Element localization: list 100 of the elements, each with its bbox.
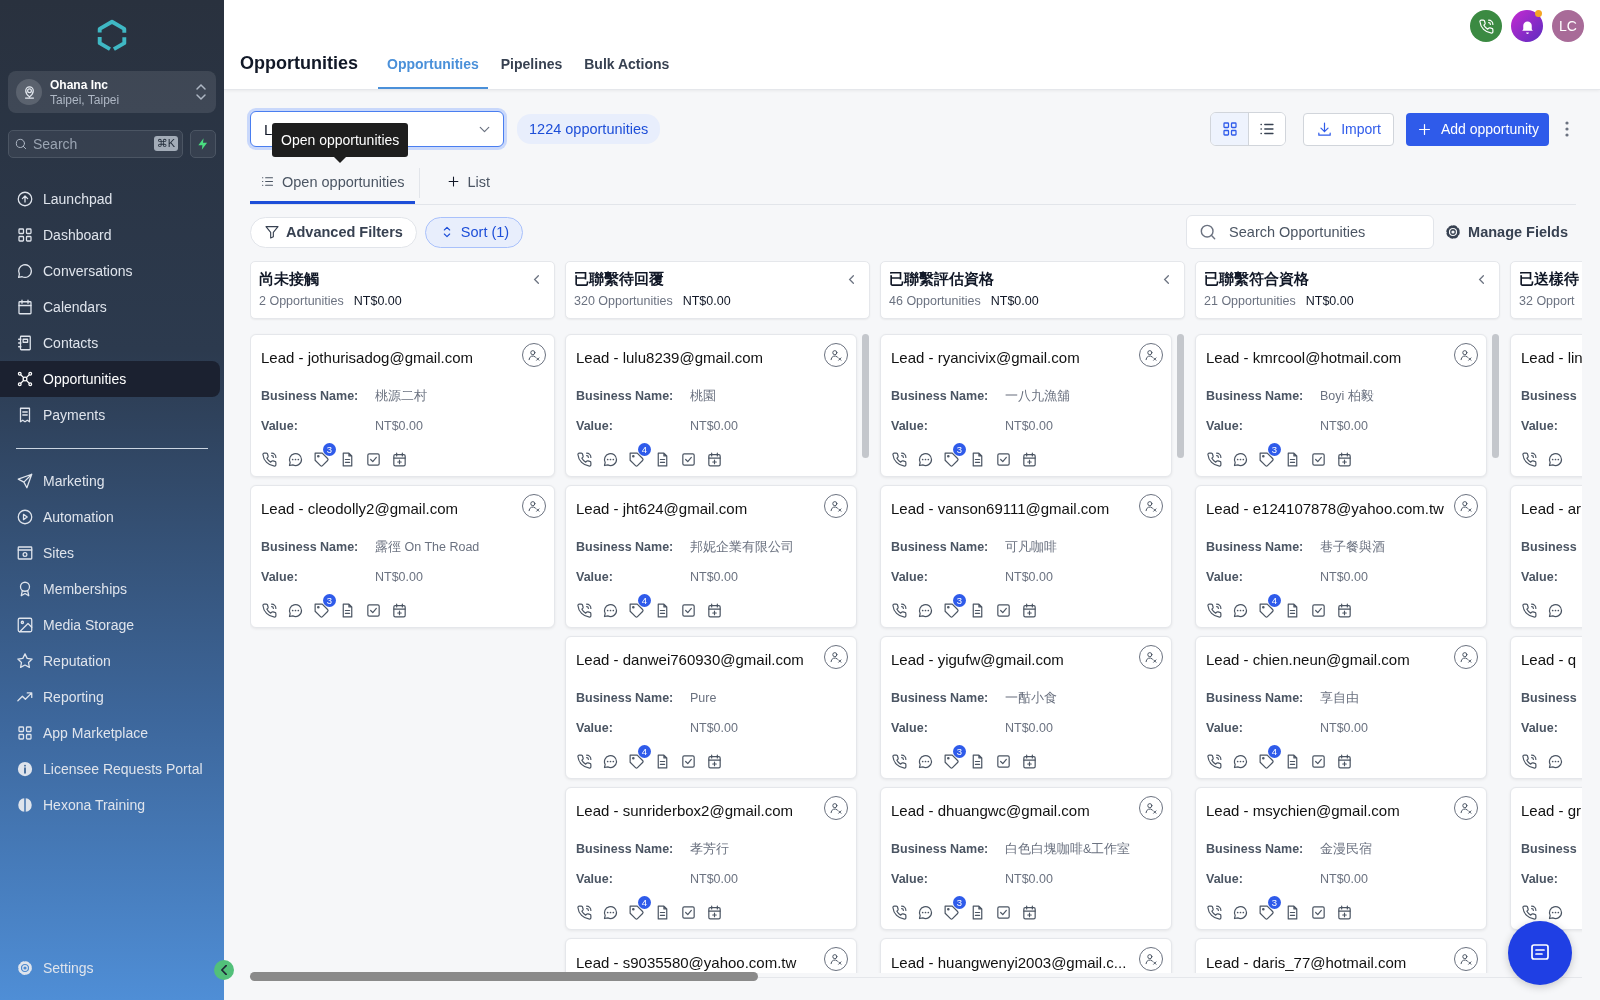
- stage-count: 2 Opportunities: [259, 294, 344, 308]
- account-name: Ohana Inc: [50, 77, 109, 92]
- field-label: Business: [1521, 691, 1578, 706]
- field-label: Business Name:: [576, 842, 675, 857]
- stage-title: 尚未接觸: [259, 270, 319, 289]
- field-label: Business Name:: [576, 389, 675, 404]
- field-value: 白色白塊咖啡&工作室: [1005, 840, 1131, 858]
- count-badge: 3: [323, 593, 336, 607]
- card-title: Lead - ryancivix@gmail.com: [891, 349, 1081, 367]
- field-label: Business Name:: [1206, 389, 1305, 404]
- stage-total: NT$0.00: [1305, 294, 1354, 308]
- card-title: Lead - sunriderbox2@gmail.com: [576, 802, 794, 820]
- field-value: NT$0.00: [690, 720, 738, 735]
- card-title: Lead - msychien@gmail.com: [1206, 802, 1401, 820]
- card-title: Lead - s9035580@yahoo.com.tw: [576, 953, 798, 971]
- field-label: Value:: [576, 569, 614, 584]
- field-value: Boyi 柏毅: [1320, 387, 1374, 405]
- stage-title: 已聯繫待回覆: [574, 270, 664, 289]
- card-title: Lead - cleodolly2@gmail.com: [261, 500, 459, 518]
- field-label: Value:: [1521, 569, 1559, 584]
- field-label: Business Name:: [1206, 842, 1305, 857]
- stage-count: 320 Opportunities: [574, 294, 673, 308]
- field-label: Value:: [261, 418, 299, 433]
- field-label: Business: [1521, 540, 1578, 555]
- count-badge: 3: [953, 442, 966, 456]
- field-label: Business Name:: [1206, 691, 1305, 706]
- card-title: Lead - yigufw@gmail.com: [891, 651, 1065, 669]
- field-value: NT$0.00: [1005, 569, 1053, 584]
- field-label: Value:: [891, 871, 929, 886]
- count-badge: 3: [953, 895, 966, 909]
- count-badge: 3: [1268, 442, 1281, 456]
- count-badge: 4: [638, 442, 651, 456]
- count-badge: 3: [953, 593, 966, 607]
- field-label: Business Name:: [261, 389, 360, 404]
- field-value: 一酤小食: [1005, 689, 1057, 707]
- field-value: NT$0.00: [690, 871, 738, 886]
- count-badge: 3: [323, 442, 336, 456]
- count-badge: 4: [638, 744, 651, 758]
- card-title: Lead - daris_77@hotmail.com: [1206, 953, 1408, 971]
- field-value: Pure: [690, 691, 717, 706]
- stage-count: 21 Opportunities: [1204, 294, 1296, 308]
- card-title: Lead - vanson69111@gmail.com: [891, 500, 1111, 518]
- field-label: Value:: [576, 871, 614, 886]
- card-title: Lead - jothurisadog@gmail.com: [261, 349, 474, 367]
- field-label: Value:: [891, 418, 929, 433]
- count-badge: 4: [638, 895, 651, 909]
- count-badge: 3: [953, 744, 966, 758]
- stage-total: NT$0.00: [682, 294, 731, 308]
- card-title: Lead - huangwenyi2003@gmail.c...: [891, 953, 1128, 971]
- field-value: NT$0.00: [1005, 720, 1053, 735]
- card-title: Lead - lulu8239@gmail.com: [576, 349, 764, 367]
- stage-count: 46 Opportunities: [889, 294, 981, 308]
- field-value: 邦妮企業有限公司: [690, 538, 794, 556]
- field-value: NT$0.00: [690, 569, 738, 584]
- field-label: Value:: [891, 720, 929, 735]
- count-pill: 1224 opportunities: [517, 114, 661, 144]
- field-value: 孝芳行: [690, 840, 729, 858]
- field-value: NT$0.00: [1005, 418, 1053, 433]
- card-title: Lead - gr: [1521, 802, 1582, 820]
- page-title: Opportunities: [240, 53, 358, 75]
- count-badge: 3: [1268, 895, 1281, 909]
- field-label: Business Name:: [891, 691, 990, 706]
- stage-title: 已送樣待: [1519, 270, 1579, 289]
- field-value: NT$0.00: [1320, 569, 1368, 584]
- stage-count: 32 Opport: [1519, 294, 1575, 308]
- field-value: NT$0.00: [375, 569, 423, 584]
- field-value: 可凡咖啡: [1005, 538, 1057, 556]
- field-label: Business Name:: [891, 540, 990, 555]
- field-label: Value:: [1521, 418, 1559, 433]
- field-label: Business Name:: [1206, 540, 1305, 555]
- field-label: Business Name:: [576, 540, 675, 555]
- account-location: Taipei, Taipei: [50, 92, 121, 107]
- stage-title: 已聯繫評估資格: [889, 270, 994, 289]
- field-value: 巷子餐與酒: [1320, 538, 1385, 556]
- field-label: Value:: [1206, 720, 1244, 735]
- card-title: Lead - e124107878@yahoo.com.tw: [1206, 500, 1445, 518]
- field-label: Value:: [1206, 418, 1244, 433]
- field-label: Business Name:: [576, 691, 675, 706]
- field-label: Value:: [1206, 871, 1244, 886]
- card-title: Lead - jht624@gmail.com: [576, 500, 749, 518]
- card-title: Lead - chien.neun@gmail.com: [1206, 651, 1411, 669]
- field-label: Business Name:: [261, 540, 360, 555]
- shortcut-key: ⌘K: [153, 136, 178, 151]
- tooltip: Open opportunities: [272, 123, 409, 163]
- field-value: 露徑 On The Road: [375, 538, 480, 556]
- card-title: Lead - ar: [1521, 500, 1582, 518]
- stage-total: NT$0.00: [990, 294, 1039, 308]
- field-value: NT$0.00: [1320, 720, 1368, 735]
- field-value: 桃園: [690, 387, 716, 405]
- field-label: Value:: [1521, 720, 1559, 735]
- field-label: Value:: [261, 569, 299, 584]
- card-title: Lead - danwei760930@gmail.com: [576, 651, 805, 669]
- field-value: NT$0.00: [1320, 418, 1368, 433]
- count-badge: 4: [638, 593, 651, 607]
- field-label: Value:: [576, 418, 614, 433]
- count-badge: 4: [1268, 744, 1281, 758]
- field-label: Value:: [576, 720, 614, 735]
- field-value: 享自由: [1320, 689, 1359, 707]
- field-label: Business Name:: [891, 842, 990, 857]
- field-value: 金漫民宿: [1320, 840, 1372, 858]
